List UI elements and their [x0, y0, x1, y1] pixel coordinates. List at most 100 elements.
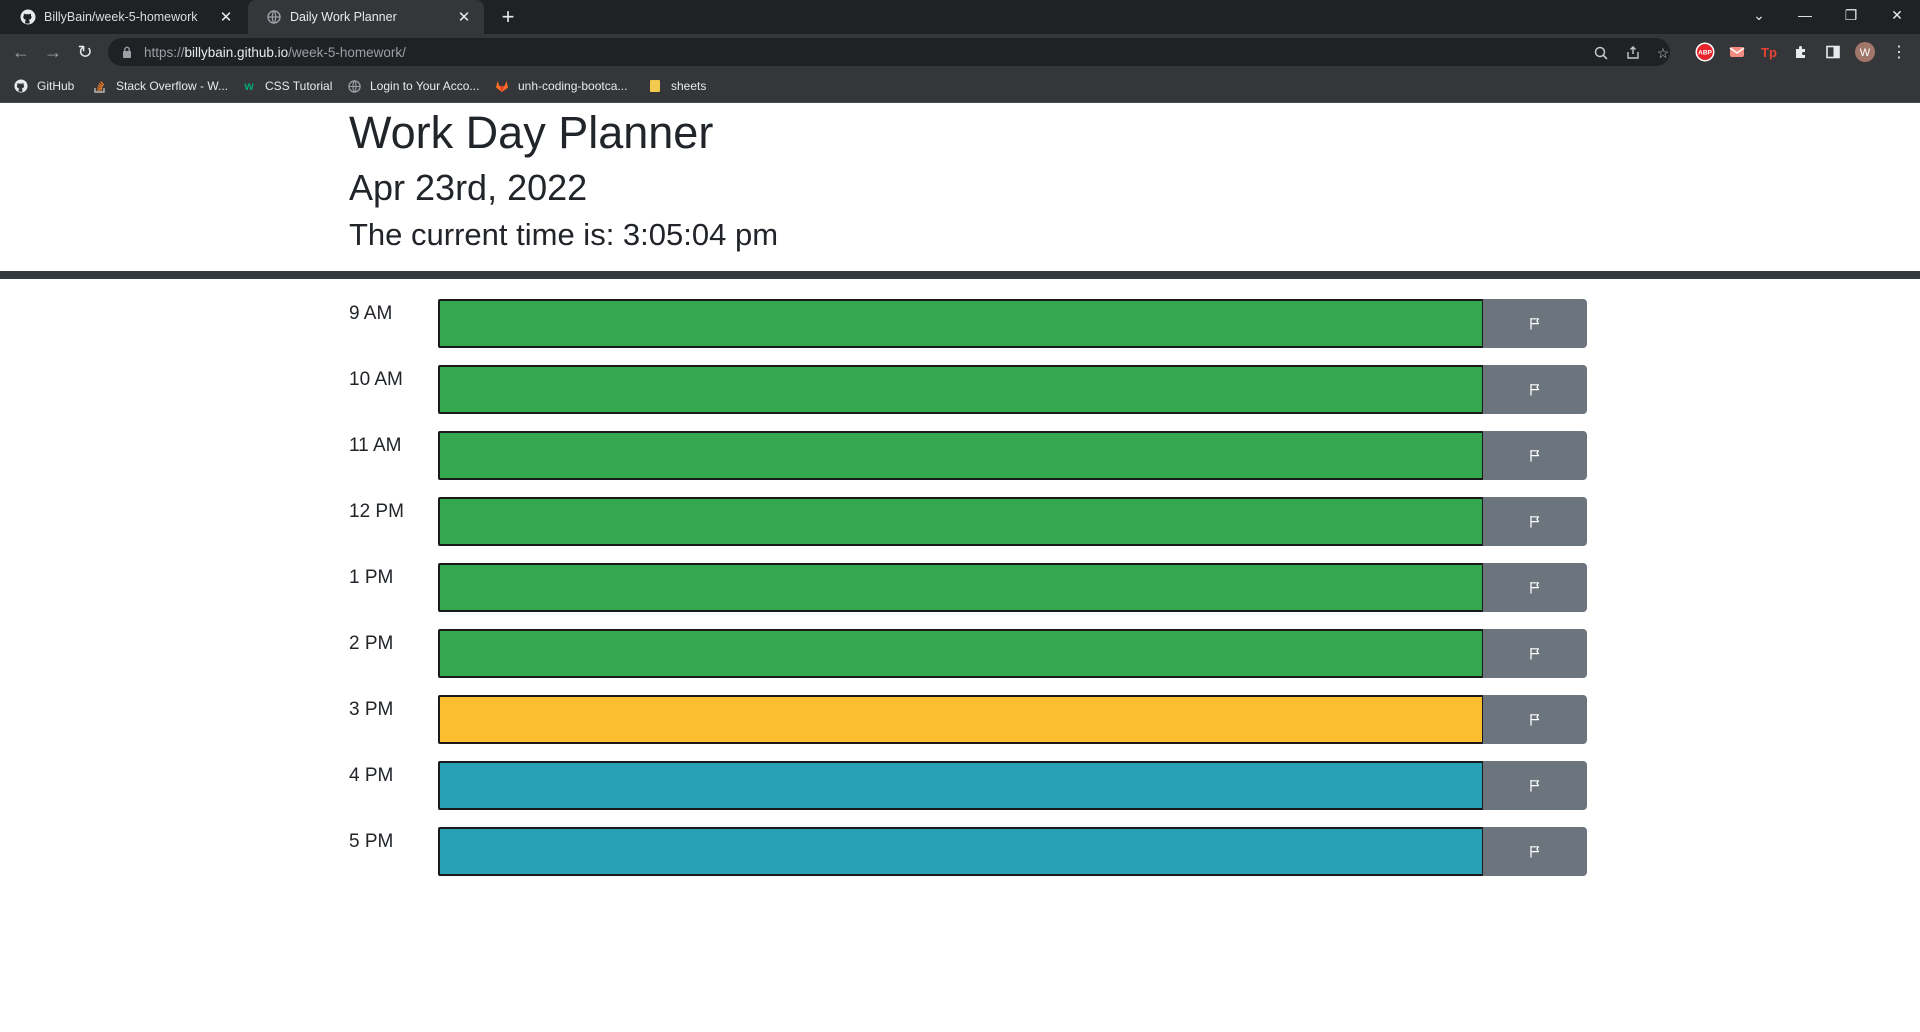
flag-icon	[1530, 450, 1540, 462]
flag-icon	[1530, 384, 1540, 396]
save-button[interactable]	[1483, 497, 1587, 546]
svg-text:W: W	[1860, 47, 1871, 59]
task-input-future[interactable]	[438, 827, 1484, 876]
zoom-icon[interactable]	[1592, 44, 1610, 62]
save-button[interactable]	[1483, 629, 1587, 678]
new-tab-button[interactable]: +	[492, 0, 524, 34]
adblock-icon[interactable]: ABP	[1695, 42, 1715, 62]
bookmark-unh-coding[interactable]: unh-coding-bootca...	[494, 77, 627, 95]
bookmark-label: Stack Overflow - W...	[116, 79, 229, 93]
lock-icon	[120, 46, 134, 58]
bookmark-stack-overflow[interactable]: Stack Overflow - W...	[92, 77, 228, 95]
task-input-past[interactable]	[438, 497, 1484, 546]
svg-text:ABP: ABP	[1698, 50, 1712, 57]
side-panel-icon[interactable]	[1823, 42, 1843, 62]
hour-label: 4 PM	[349, 765, 394, 786]
save-button[interactable]	[1483, 365, 1587, 414]
share-icon[interactable]	[1624, 44, 1642, 62]
save-button[interactable]	[1483, 827, 1587, 876]
task-input-future[interactable]	[438, 761, 1484, 810]
forward-icon[interactable]: →	[40, 39, 66, 65]
gitlab-icon	[494, 78, 510, 94]
task-input-past[interactable]	[438, 365, 1484, 414]
globe-icon	[346, 78, 362, 94]
github-icon	[20, 9, 36, 25]
header-divider	[0, 271, 1920, 279]
time-block-row: 10 AM	[349, 365, 1587, 414]
bookmark-label: CSS Tutorial	[265, 79, 333, 93]
bookmark-label: sheets	[671, 79, 707, 93]
time-block-row: 2 PM	[349, 629, 1587, 678]
back-icon[interactable]: ←	[8, 39, 34, 65]
flag-icon	[1530, 318, 1540, 330]
url-text: https://billybain.github.io/week-5-homew…	[144, 44, 406, 60]
w3schools-icon: w	[244, 79, 254, 93]
task-input-past[interactable]	[438, 431, 1484, 480]
kebab-menu-icon[interactable]: ⋮	[1889, 42, 1909, 62]
github-icon	[13, 78, 29, 94]
flag-icon	[1530, 780, 1540, 792]
time-block-row: 3 PM	[349, 695, 1587, 744]
bookmarks-bar: GitHub Stack Overflow - W... w CSS Tutor…	[0, 70, 1920, 103]
hour-label: 12 PM	[349, 501, 404, 522]
bookmark-login[interactable]: Login to Your Acco...	[346, 77, 479, 95]
hour-label: 2 PM	[349, 633, 394, 654]
tab-strip: BillyBain/week-5-homework ✕ Daily Work P…	[0, 0, 1920, 34]
time-block-row: 12 PM	[349, 497, 1587, 546]
save-button[interactable]	[1483, 695, 1587, 744]
page-content: Work Day Planner Apr 23rd, 2022 The curr…	[0, 103, 1920, 1032]
window-close-icon[interactable]: ✕	[1874, 0, 1920, 30]
tab-title: BillyBain/week-5-homework	[44, 10, 198, 24]
current-time: The current time is: 3:05:04 pm	[349, 217, 779, 252]
hour-label: 11 AM	[349, 435, 402, 456]
minimize-icon[interactable]: —	[1782, 0, 1828, 30]
tab-github-repo[interactable]: BillyBain/week-5-homework ✕	[2, 0, 246, 34]
bookmark-label: unh-coding-bootca...	[518, 79, 628, 93]
hour-label: 10 AM	[349, 369, 403, 390]
bookmark-label: GitHub	[37, 79, 75, 93]
close-tab-icon[interactable]: ✕	[456, 9, 472, 26]
task-input-past[interactable]	[438, 629, 1484, 678]
globe-icon	[266, 9, 282, 25]
puzzle-extensions-icon[interactable]	[1791, 42, 1811, 62]
time-block-row: 4 PM	[349, 761, 1587, 810]
tab-daily-work-planner[interactable]: Daily Work Planner ✕	[248, 0, 484, 34]
folder-icon	[647, 78, 663, 94]
time-block-row: 5 PM	[349, 827, 1587, 876]
task-input-past[interactable]	[438, 563, 1484, 612]
time-block-row: 11 AM	[349, 431, 1587, 480]
restore-icon[interactable]: ❐	[1828, 0, 1874, 30]
browser-toolbar: ← → ↻ https://billybain.github.io/week-5…	[0, 34, 1920, 70]
save-button[interactable]	[1483, 431, 1587, 480]
bookmark-sheets[interactable]: sheets	[647, 77, 706, 95]
hour-label: 3 PM	[349, 699, 394, 720]
address-bar[interactable]: https://billybain.github.io/week-5-homew…	[108, 38, 1670, 66]
flag-icon	[1530, 648, 1540, 660]
flag-icon	[1530, 846, 1540, 858]
hour-label: 9 AM	[349, 303, 393, 324]
tab-title: Daily Work Planner	[290, 10, 397, 24]
tp-extension-icon[interactable]: Tp	[1759, 42, 1779, 62]
bookmark-star-icon[interactable]: ☆	[1654, 44, 1672, 62]
task-input-present[interactable]	[438, 695, 1484, 744]
hour-label: 5 PM	[349, 831, 394, 852]
bookmark-github[interactable]: GitHub	[13, 77, 74, 95]
close-tab-icon[interactable]: ✕	[218, 9, 234, 26]
flag-icon	[1530, 582, 1540, 594]
save-button[interactable]	[1483, 563, 1587, 612]
save-button[interactable]	[1483, 299, 1587, 348]
flag-icon	[1530, 516, 1540, 528]
bookmark-label: Login to Your Acco...	[370, 79, 480, 93]
bookmark-css-tutorial[interactable]: w CSS Tutorial	[241, 77, 332, 95]
time-block-row: 9 AM	[349, 299, 1587, 348]
reload-icon[interactable]: ↻	[72, 39, 98, 65]
task-input-past[interactable]	[438, 299, 1484, 348]
tab-search-icon[interactable]: ⌄	[1736, 0, 1782, 30]
hour-label: 1 PM	[349, 567, 394, 588]
save-button[interactable]	[1483, 761, 1587, 810]
page-title: Work Day Planner	[349, 107, 714, 158]
flag-icon	[1530, 714, 1540, 726]
time-block-row: 1 PM	[349, 563, 1587, 612]
mail-extension-icon[interactable]	[1727, 42, 1747, 62]
profile-avatar[interactable]: W	[1855, 42, 1875, 62]
